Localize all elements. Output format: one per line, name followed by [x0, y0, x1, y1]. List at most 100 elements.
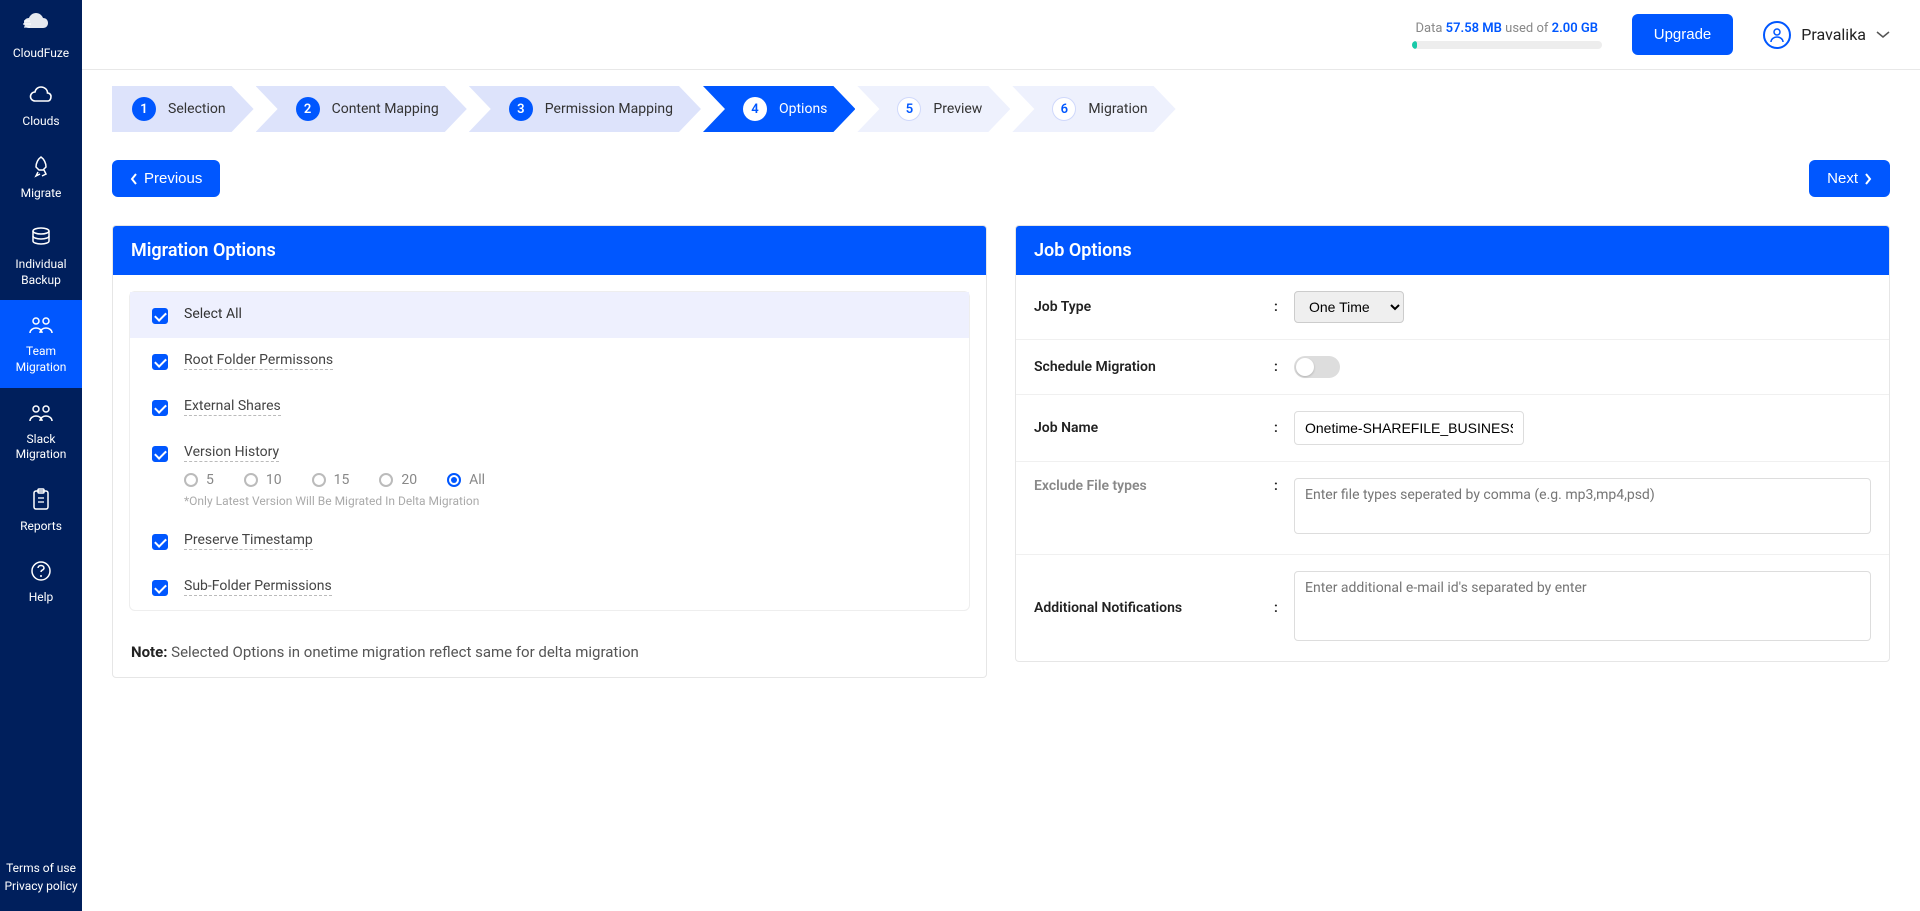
select-all-checkbox[interactable] [152, 308, 168, 324]
additional-notifications-row: Additional Notifications : [1016, 555, 1889, 661]
sidebar-item-label: Clouds [22, 114, 59, 130]
privacy-link[interactable]: Privacy policy [4, 879, 77, 893]
field-label: Exclude File types [1034, 478, 1274, 494]
sidebar-item-slack-migration[interactable]: Slack Migration [0, 388, 82, 475]
sidebar-item-individual-backup[interactable]: Individual Backup [0, 213, 82, 300]
cloudfuze-logo-icon [21, 12, 61, 36]
option-label: Root Folder Permissons [184, 352, 333, 370]
exclude-file-types-row: Exclude File types : [1016, 462, 1889, 555]
version-radio-5[interactable]: 5 [184, 472, 214, 488]
help-icon [28, 558, 54, 584]
sidebar-item-label: Reports [20, 519, 62, 535]
step-label: Options [779, 101, 827, 117]
data-usage: Data 57.58 MB used of 2.00 GB [1412, 21, 1602, 49]
option-checkbox[interactable] [152, 580, 168, 596]
job-type-select[interactable]: One Time [1294, 291, 1404, 323]
sidebar-item-help[interactable]: Help [0, 546, 82, 618]
field-label: Job Type [1034, 299, 1274, 315]
step-content-mapping[interactable]: 2Content Mapping [256, 86, 467, 132]
step-label: Migration [1088, 101, 1147, 117]
wizard-stepper: 1Selection 2Content Mapping 3Permission … [112, 86, 1890, 132]
next-button[interactable]: Next [1809, 160, 1890, 197]
sidebar-item-reports[interactable]: Reports [0, 475, 82, 547]
step-label: Preview [933, 101, 982, 117]
sidebar-item-label: Slack Migration [4, 432, 78, 463]
version-radio-20[interactable]: 20 [379, 472, 417, 488]
option-select-all: Select All [130, 292, 969, 338]
option-label: Version History [184, 444, 279, 462]
migration-note: Note: Selected Options in onetime migrat… [113, 627, 986, 677]
option-subfolder-permissions: Sub-Folder Permissions [130, 564, 969, 610]
panel-title: Job Options [1016, 226, 1889, 275]
cloud-icon [28, 82, 54, 108]
button-label: Next [1827, 170, 1858, 187]
job-name-row: Job Name : [1016, 395, 1889, 462]
rocket-icon [28, 154, 54, 180]
option-version-history: Version History [130, 430, 969, 476]
option-label: Sub-Folder Permissions [184, 578, 332, 596]
option-checkbox[interactable] [152, 400, 168, 416]
brand-logo: CloudFuze [13, 12, 69, 60]
migration-options-panel: Migration Options Select All Root Folder… [112, 225, 987, 678]
step-options[interactable]: 4Options [703, 86, 855, 132]
job-name-input[interactable] [1294, 411, 1524, 445]
option-label: Preserve Timestamp [184, 532, 313, 550]
option-checkbox[interactable] [152, 534, 168, 550]
version-radio-15[interactable]: 15 [312, 472, 350, 488]
button-label: Previous [144, 170, 202, 187]
option-checkbox[interactable] [152, 446, 168, 462]
sidebar-item-label: Individual Backup [4, 257, 78, 288]
sidebar: CloudFuze Clouds Migrate Individual Back… [0, 0, 82, 911]
schedule-toggle[interactable] [1294, 356, 1340, 378]
field-label: Schedule Migration [1034, 359, 1274, 375]
option-checkbox[interactable] [152, 354, 168, 370]
topbar: Data 57.58 MB used of 2.00 GB Upgrade Pr… [82, 0, 1920, 70]
option-root-folder-permissions: Root Folder Permissons [130, 338, 969, 384]
sidebar-item-team-migration[interactable]: Team Migration [0, 300, 82, 387]
field-label: Additional Notifications [1034, 600, 1274, 616]
data-usage-prefix: Data [1416, 21, 1446, 36]
job-type-row: Job Type : One Time [1016, 275, 1889, 340]
step-selection[interactable]: 1Selection [112, 86, 254, 132]
option-label: Select All [184, 306, 242, 322]
chevron-left-icon [130, 173, 138, 185]
step-label: Selection [168, 101, 226, 117]
data-usage-progressbar [1412, 41, 1602, 49]
additional-notifications-input[interactable] [1294, 571, 1871, 641]
sidebar-item-clouds[interactable]: Clouds [0, 70, 82, 142]
version-radio-all[interactable]: All [447, 472, 485, 488]
step-label: Permission Mapping [545, 101, 673, 117]
step-migration[interactable]: 6Migration [1012, 86, 1175, 132]
sidebar-item-label: Team Migration [4, 344, 78, 375]
database-icon [28, 225, 54, 251]
data-usage-mid: used of [1502, 21, 1552, 36]
job-options-panel: Job Options Job Type : One Time [1015, 225, 1890, 662]
terms-link[interactable]: Terms of use [4, 861, 77, 875]
clipboard-icon [28, 487, 54, 513]
option-external-shares: External Shares [130, 384, 969, 430]
field-label: Job Name [1034, 420, 1274, 436]
schedule-migration-row: Schedule Migration : [1016, 340, 1889, 395]
team-icon [28, 312, 54, 338]
user-avatar-icon [1763, 21, 1791, 49]
step-preview[interactable]: 5Preview [857, 86, 1010, 132]
exclude-file-types-input[interactable] [1294, 478, 1871, 534]
previous-button[interactable]: Previous [112, 160, 220, 197]
chevron-right-icon [1864, 173, 1872, 185]
sidebar-item-label: Migrate [21, 186, 62, 202]
user-menu[interactable]: Pravalika [1763, 21, 1890, 49]
brand-name: CloudFuze [13, 46, 69, 60]
version-hint: *Only Latest Version Will Be Migrated In… [184, 494, 969, 508]
version-history-options: 5 10 15 20 All *Only Latest Version Will… [184, 472, 969, 518]
step-label: Content Mapping [332, 101, 439, 117]
upgrade-button[interactable]: Upgrade [1632, 14, 1734, 55]
option-label: External Shares [184, 398, 281, 416]
sidebar-item-label: Help [29, 590, 54, 606]
data-usage-used: 57.58 MB [1446, 21, 1502, 36]
version-radio-10[interactable]: 10 [244, 472, 282, 488]
option-preserve-timestamp: Preserve Timestamp [130, 518, 969, 564]
step-permission-mapping[interactable]: 3Permission Mapping [469, 86, 701, 132]
panel-title: Migration Options [113, 226, 986, 275]
team-alt-icon [28, 400, 54, 426]
sidebar-item-migrate[interactable]: Migrate [0, 142, 82, 214]
